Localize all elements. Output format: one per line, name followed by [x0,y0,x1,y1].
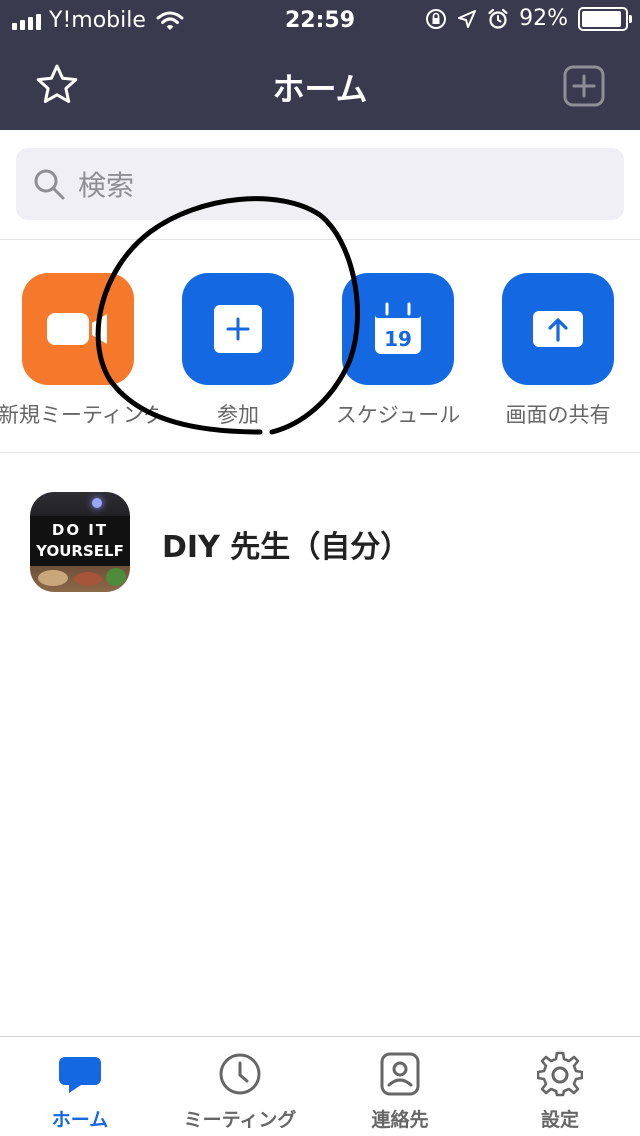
contact-row[interactable]: DO IT YOURSELF DIY 先生（自分） [0,480,640,610]
plus-square-icon[interactable] [562,64,606,108]
schedule-button[interactable]: 19 スケジュール [318,273,478,429]
avatar-food [38,570,68,586]
search-input[interactable]: 検索 [16,148,624,220]
avatar-food [74,572,102,586]
new-meeting-button[interactable]: 新規ミーティング [0,273,158,429]
battery-icon [578,6,632,31]
quick-actions: 新規ミーティング 参加 19 スケジュール 画面の共有 [0,241,640,453]
new-meeting-label: 新規ミーティング [0,403,158,427]
avatar-text-line2: YOURSELF [36,542,124,560]
schedule-tile[interactable]: 19 [342,273,454,385]
tab-meetings[interactable]: ミーティング [160,1051,320,1132]
avatar-text-line1: DO IT [51,521,109,539]
battery-percent: 92% [519,6,568,31]
tab-home[interactable]: ホーム [0,1051,160,1132]
share-screen-button[interactable]: 画面の共有 [478,273,638,429]
battery-level [582,10,621,27]
plus-icon [214,305,262,353]
schedule-label: スケジュール [335,403,461,427]
share-screen-icon [533,311,583,347]
tab-home-label: ホーム [51,1109,109,1131]
contact-name: DIY 先生（自分） [162,530,411,565]
share-screen-tile[interactable] [502,273,614,385]
rotation-lock-icon [426,8,447,29]
avatar-banner: DO IT YOURSELF [30,516,130,566]
share-screen-label: 画面の共有 [505,403,611,427]
calendar-icon: 19 [375,302,421,354]
tab-meetings-label: ミーティング [183,1109,297,1131]
nav-bar: ホーム [0,42,640,130]
clock-icon [219,1053,261,1095]
page-title: ホーム [272,70,368,108]
gear-icon [537,1051,583,1097]
tab-settings[interactable]: 設定 [480,1051,640,1132]
avatar-light [92,498,102,508]
calendar-day: 19 [384,327,412,351]
contact-icon [380,1052,420,1096]
avatar: DO IT YOURSELF [30,492,130,592]
alarm-icon [488,8,508,29]
tab-settings-label: 設定 [540,1109,579,1131]
search-placeholder: 検索 [78,169,135,202]
join-button[interactable]: 参加 [158,273,318,429]
avatar-food [106,568,126,586]
join-label: 参加 [217,403,259,427]
status-right-group: 92% [425,6,632,31]
video-camera-icon [47,313,107,345]
join-tile[interactable] [182,273,294,385]
tab-contacts[interactable]: 連絡先 [320,1051,480,1132]
search-icon [34,169,65,200]
location-icon [458,9,477,28]
search-section: 検索 [0,130,640,240]
new-meeting-tile[interactable] [22,273,134,385]
chat-bubble-icon [59,1057,101,1093]
status-bar: Y!mobile 22:59 92% [0,0,640,42]
tab-bar: ホーム ミーティング 連絡先 設定 [0,1036,640,1136]
tab-contacts-label: 連絡先 [371,1109,429,1131]
